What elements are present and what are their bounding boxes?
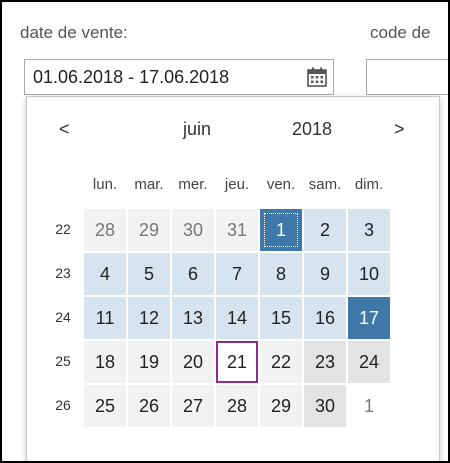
calendar-day[interactable]: 9: [304, 253, 346, 295]
calendar-day[interactable]: 5: [128, 253, 170, 295]
calendar-day[interactable]: 11: [84, 297, 126, 339]
weekday-header: jeu.: [224, 176, 250, 193]
year-selector[interactable]: 2018: [282, 119, 342, 140]
calendar-day[interactable]: 25: [84, 385, 126, 427]
calendar-day[interactable]: 31: [216, 209, 258, 251]
calendar-day[interactable]: 10: [348, 253, 390, 295]
calendar-day[interactable]: 30: [172, 209, 214, 251]
calendar-day[interactable]: 17: [348, 297, 390, 339]
calendar-day[interactable]: 4: [84, 253, 126, 295]
calendar-day[interactable]: 21: [216, 341, 258, 383]
calendar-day[interactable]: 14: [216, 297, 258, 339]
calendar-day[interactable]: 15: [260, 297, 302, 339]
calendar-day[interactable]: 1: [348, 385, 390, 427]
weekday-header: lun.: [92, 176, 118, 193]
calendar-day[interactable]: 2: [304, 209, 346, 251]
calendar-day[interactable]: 26: [128, 385, 170, 427]
prev-month-button[interactable]: <: [59, 119, 70, 140]
weekday-header: mer.: [178, 176, 208, 193]
calendar-day[interactable]: 24: [348, 341, 390, 383]
code-label: code de: [370, 23, 431, 42]
next-month-button[interactable]: >: [394, 119, 405, 140]
weekday-header: dim.: [354, 176, 384, 193]
calendar-day[interactable]: 28: [84, 209, 126, 251]
calendar-day[interactable]: 22: [260, 341, 302, 383]
calendar-day[interactable]: 7: [216, 253, 258, 295]
calendar-day[interactable]: 3: [348, 209, 390, 251]
calendar-day[interactable]: 29: [128, 209, 170, 251]
calendar-day[interactable]: 18: [84, 341, 126, 383]
calendar-day[interactable]: 27: [172, 385, 214, 427]
week-number: 25: [55, 353, 71, 369]
calendar-day[interactable]: 6: [172, 253, 214, 295]
calendar-popup: < juin 2018 > lun. mar. mer. jeu. ven. sam. di…: [26, 96, 440, 461]
calendar-day[interactable]: 20: [172, 341, 214, 383]
weekday-header: mar.: [134, 176, 164, 193]
weekday-header: sam.: [308, 176, 342, 193]
code-input[interactable]: [366, 59, 448, 95]
week-number: 26: [55, 397, 71, 413]
calendar-day[interactable]: 13: [172, 297, 214, 339]
calendar-day[interactable]: 12: [128, 297, 170, 339]
calendar-day[interactable]: 28: [216, 385, 258, 427]
calendar-day[interactable]: 8: [260, 253, 302, 295]
week-number: 23: [55, 265, 71, 281]
month-selector[interactable]: juin: [162, 119, 232, 140]
date-range-input[interactable]: 01.06.2018 - 17.06.2018: [24, 59, 334, 95]
calendar-day[interactable]: 29: [260, 385, 302, 427]
sale-date-label: date de vente:: [20, 23, 128, 42]
weekday-header: ven.: [266, 176, 296, 193]
date-range-value[interactable]: 01.06.2018 - 17.06.2018: [33, 67, 229, 88]
calendar-day[interactable]: 16: [304, 297, 346, 339]
calendar-day[interactable]: 23: [304, 341, 346, 383]
calendar-icon[interactable]: [305, 65, 329, 89]
calendar-day[interactable]: 1: [260, 209, 302, 251]
calendar-day[interactable]: 30: [304, 385, 346, 427]
week-number: 24: [55, 309, 71, 325]
date-filter-panel: date de vente: code de 01.06.2018 - 17.0…: [0, 0, 450, 463]
week-number: 22: [55, 221, 71, 237]
calendar-day[interactable]: 19: [128, 341, 170, 383]
